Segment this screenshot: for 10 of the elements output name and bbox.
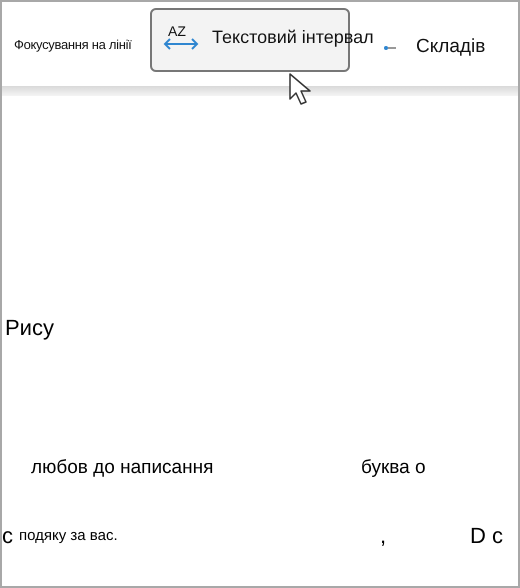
- syllables-button[interactable]: Складів: [416, 36, 486, 58]
- document-text: с: [2, 524, 13, 548]
- document-text: подяку за вас.: [19, 528, 118, 544]
- document-text: ,: [380, 524, 386, 548]
- document-text: любов до написання: [31, 458, 214, 479]
- document-text: D с: [470, 524, 503, 548]
- document-text: буква о: [361, 458, 426, 479]
- text-spacing-button[interactable]: AZ Текстовий інтервал: [162, 24, 374, 50]
- line-focus-button[interactable]: Фокусування на лінії: [14, 36, 132, 52]
- document-text: Рису: [5, 316, 54, 340]
